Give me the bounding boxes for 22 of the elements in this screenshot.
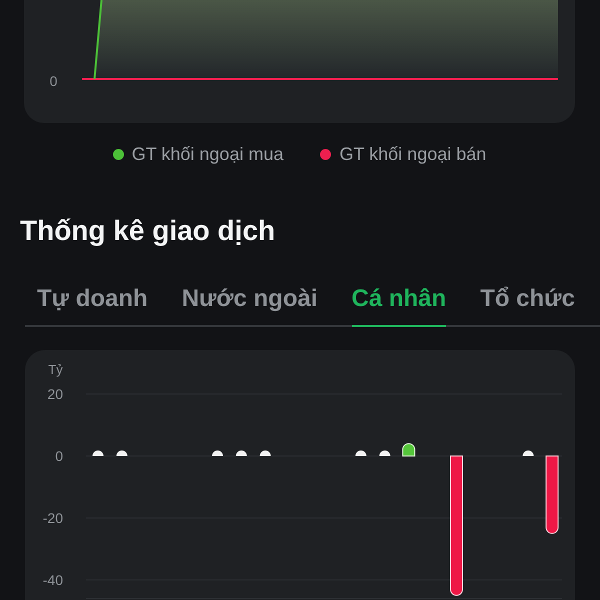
tab[interactable]: Tổ chức (480, 285, 575, 327)
axis-tick-label: 0 (50, 73, 58, 89)
bar (379, 450, 390, 456)
legend-label: GT khối ngoại bán (339, 144, 486, 164)
axis-tick-label: 20 (47, 386, 63, 402)
bar (355, 450, 366, 456)
legend-label: GT khối ngoại mua (132, 144, 284, 164)
section-title: Thống kê giao dịch (20, 214, 276, 248)
bar (116, 450, 128, 456)
bar (522, 450, 534, 456)
bar (92, 450, 104, 456)
bar (212, 450, 223, 456)
bar (402, 443, 416, 456)
axis-tick-label: -40 (42, 572, 63, 588)
axis-tick-label: -20 (42, 510, 63, 526)
tab[interactable]: Tự doanh (37, 285, 148, 327)
axis-unit-label: Tỷ (48, 362, 63, 377)
tab[interactable]: Nước ngoài (182, 285, 318, 327)
bar (260, 450, 271, 456)
tab[interactable]: Cá nhân (352, 285, 446, 327)
bar (236, 450, 247, 456)
axis-tick-label: 0 (55, 448, 63, 464)
